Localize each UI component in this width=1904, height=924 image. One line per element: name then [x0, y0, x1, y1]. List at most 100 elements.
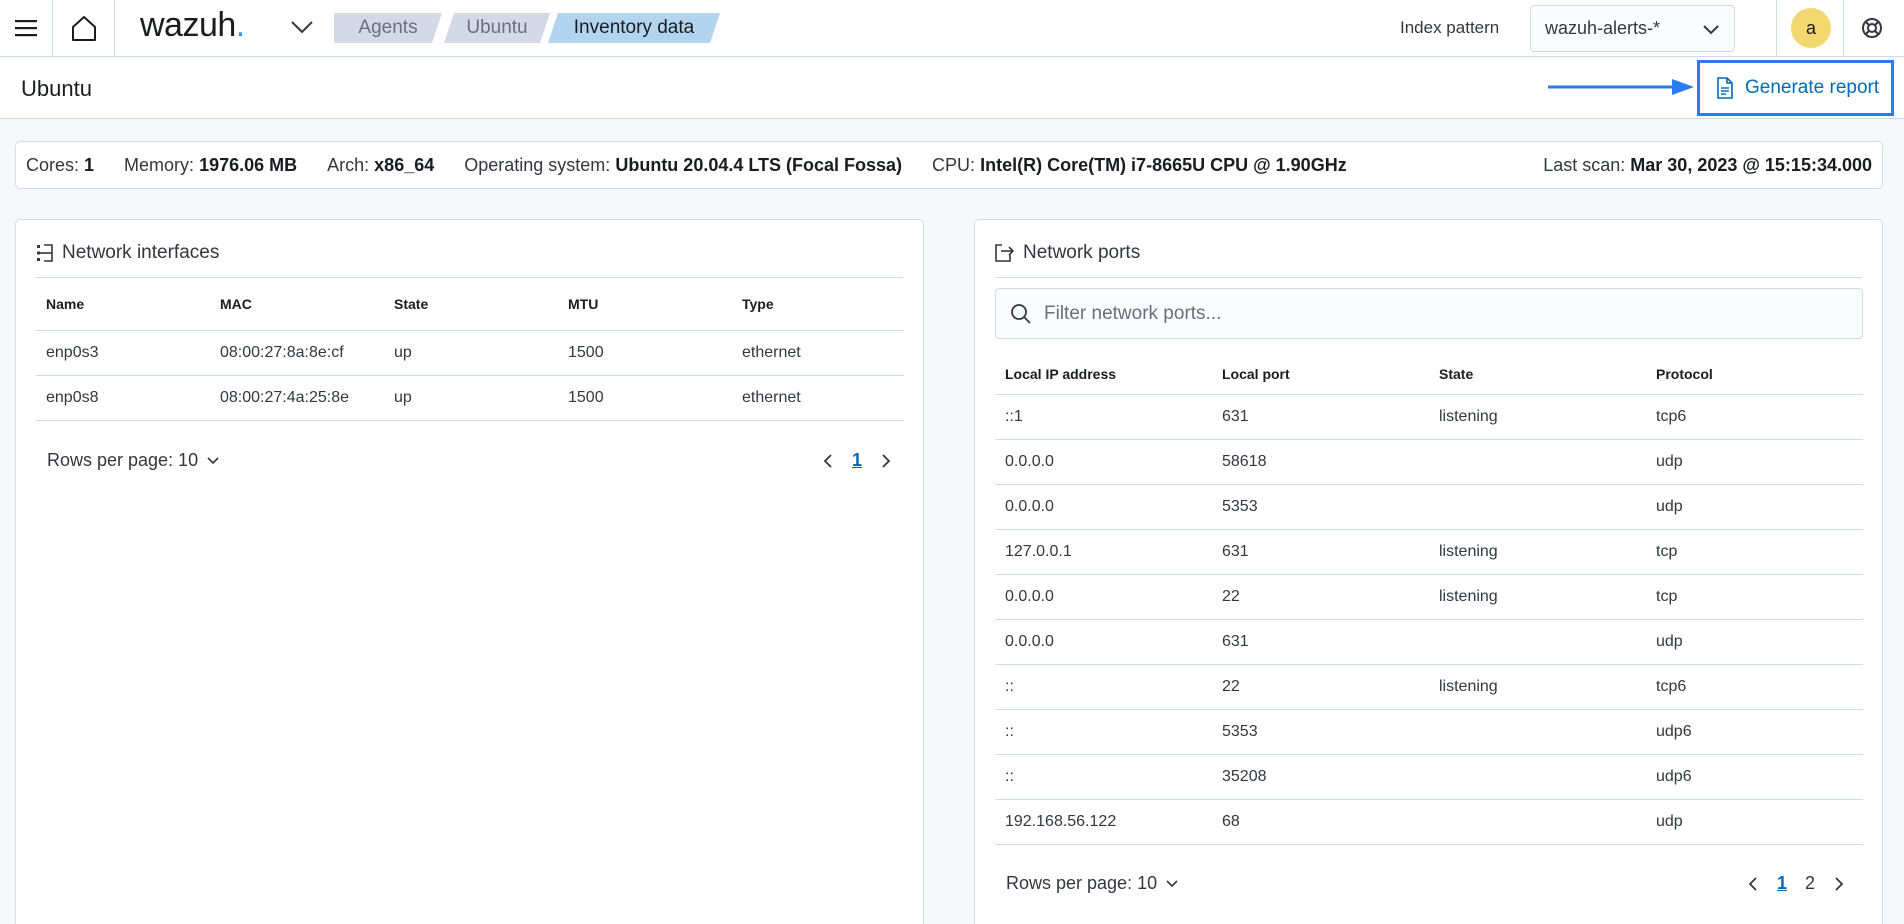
network-interfaces-title: Network interfaces: [62, 242, 220, 263]
column-header[interactable]: Local IP address: [995, 354, 1212, 395]
table-cell: 127.0.0.1: [995, 529, 1212, 575]
network-ports-title: Network ports: [1023, 242, 1141, 263]
table-cell: ethernet: [732, 375, 904, 421]
table-cell: listening: [1429, 664, 1646, 710]
pagination: 1 2: [1747, 873, 1845, 894]
page-button[interactable]: 1: [852, 450, 862, 471]
search-input[interactable]: [1044, 302, 1824, 325]
column-header[interactable]: Name: [36, 278, 210, 331]
table-cell: 0.0.0.0: [995, 484, 1212, 530]
column-header[interactable]: MAC: [210, 278, 384, 331]
chevron-down-icon: [206, 454, 220, 468]
column-header[interactable]: State: [384, 278, 558, 331]
table-cell: 08:00:27:8a:8e:cf: [210, 330, 384, 376]
table-cell: [1429, 799, 1646, 845]
table-row[interactable]: 127.0.0.1 631 listening tcp: [995, 529, 1863, 575]
menu-button[interactable]: [0, 0, 53, 56]
table-cell: [1429, 484, 1646, 530]
table-cell: 0.0.0.0: [995, 439, 1212, 485]
logo-dot: .: [235, 6, 245, 44]
chevron-down-icon: [1702, 20, 1720, 38]
network-interfaces-panel: Network interfaces Name MAC State MTU Ty…: [15, 219, 924, 924]
table-cell: 631: [1212, 619, 1429, 665]
chevron-right-icon[interactable]: [1833, 876, 1845, 892]
network-ports-icon: [995, 244, 1015, 262]
table-cell: 68: [1212, 799, 1429, 845]
column-header[interactable]: Local port: [1212, 354, 1429, 395]
top-header: wazuh. Agents Ubuntu Inventory data Inde…: [0, 0, 1904, 57]
filter-network-ports[interactable]: [995, 288, 1863, 339]
chevron-left-icon[interactable]: [822, 453, 834, 469]
chevron-right-icon[interactable]: [880, 453, 892, 469]
network-ports-panel: Network ports Local IP address Local por…: [974, 219, 1883, 924]
table-cell: ::: [995, 754, 1212, 800]
chevron-left-icon[interactable]: [1747, 876, 1759, 892]
column-header[interactable]: State: [1429, 354, 1646, 395]
column-header[interactable]: Protocol: [1646, 354, 1863, 395]
table-cell: [1429, 439, 1646, 485]
table-row[interactable]: 192.168.56.122 68 udp: [995, 799, 1863, 845]
table-cell: 1500: [558, 375, 732, 421]
table-cell: ethernet: [732, 330, 904, 376]
table-cell: tcp: [1646, 574, 1863, 620]
help-icon[interactable]: [1858, 14, 1886, 42]
breadcrumb-agents[interactable]: Agents: [334, 13, 442, 43]
chevron-down-icon[interactable]: [290, 16, 314, 38]
table-header-row: Name MAC State MTU Type: [36, 278, 904, 331]
rows-per-page-label: Rows per page: 10: [1006, 873, 1158, 893]
pagination: 1: [822, 450, 892, 471]
table-row[interactable]: :: 22 listening tcp6: [995, 664, 1863, 710]
info-last-scan: Last scan: Mar 30, 2023 @ 15:15:34.000: [1543, 154, 1872, 175]
page-button[interactable]: 2: [1805, 873, 1815, 894]
table-cell: 0.0.0.0: [995, 574, 1212, 620]
table-row[interactable]: 0.0.0.0 58618 udp: [995, 439, 1863, 485]
table-cell: ::: [995, 709, 1212, 755]
search-icon: [1010, 303, 1032, 325]
rows-per-page-select[interactable]: Rows per page: 10: [1006, 873, 1179, 894]
table-cell: tcp6: [1646, 394, 1863, 440]
table-cell: ::1: [995, 394, 1212, 440]
table-row[interactable]: 0.0.0.0 631 udp: [995, 619, 1863, 665]
table-cell: 22: [1212, 664, 1429, 710]
index-pattern-select[interactable]: wazuh-alerts-*: [1530, 5, 1735, 52]
wazuh-logo[interactable]: wazuh.: [140, 6, 245, 45]
table-row[interactable]: enp0s8 08:00:27:4a:25:8e up 1500 etherne…: [36, 375, 904, 421]
network-interfaces-icon: [36, 244, 54, 262]
header-divider: [1843, 0, 1844, 56]
document-icon: [1715, 77, 1735, 99]
network-ports-table: Local IP address Local port State Protoc…: [995, 354, 1863, 845]
table-row[interactable]: :: 5353 udp6: [995, 709, 1863, 755]
index-pattern-label: Index pattern: [1400, 18, 1500, 37]
generate-report-button[interactable]: Generate report: [1697, 60, 1894, 116]
header-divider: [1776, 0, 1777, 56]
home-button[interactable]: [53, 0, 115, 56]
rows-per-page-select[interactable]: Rows per page: 10: [47, 450, 220, 471]
table-row[interactable]: 0.0.0.0 22 listening tcp: [995, 574, 1863, 620]
breadcrumb-inventory-data: Inventory data: [548, 13, 720, 43]
table-cell: 35208: [1212, 754, 1429, 800]
table-row[interactable]: :: 35208 udp6: [995, 754, 1863, 800]
column-header[interactable]: Type: [732, 278, 904, 331]
table-cell: listening: [1429, 529, 1646, 575]
table-row[interactable]: 0.0.0.0 5353 udp: [995, 484, 1863, 530]
table-row[interactable]: enp0s3 08:00:27:8a:8e:cf up 1500 etherne…: [36, 330, 904, 376]
table-cell: 0.0.0.0: [995, 619, 1212, 665]
page-title: Ubuntu: [21, 76, 92, 101]
arrow-right-icon: [1548, 76, 1696, 98]
table-cell: udp6: [1646, 709, 1863, 755]
breadcrumb-ubuntu[interactable]: Ubuntu: [444, 13, 550, 43]
table-cell: listening: [1429, 394, 1646, 440]
table-cell: [1429, 709, 1646, 755]
table-cell: enp0s3: [36, 330, 210, 376]
table-cell: ::: [995, 664, 1212, 710]
avatar[interactable]: a: [1791, 8, 1831, 48]
info-cores: Cores: 1: [26, 154, 95, 175]
page-button[interactable]: 1: [1777, 873, 1787, 894]
table-row[interactable]: ::1 631 listening tcp6: [995, 394, 1863, 440]
rows-per-page-label: Rows per page: 10: [47, 450, 199, 470]
logo-text: wazuh: [140, 6, 236, 44]
table-cell: [1429, 754, 1646, 800]
table-cell: enp0s8: [36, 375, 210, 421]
column-header[interactable]: MTU: [558, 278, 732, 331]
table-cell: tcp6: [1646, 664, 1863, 710]
